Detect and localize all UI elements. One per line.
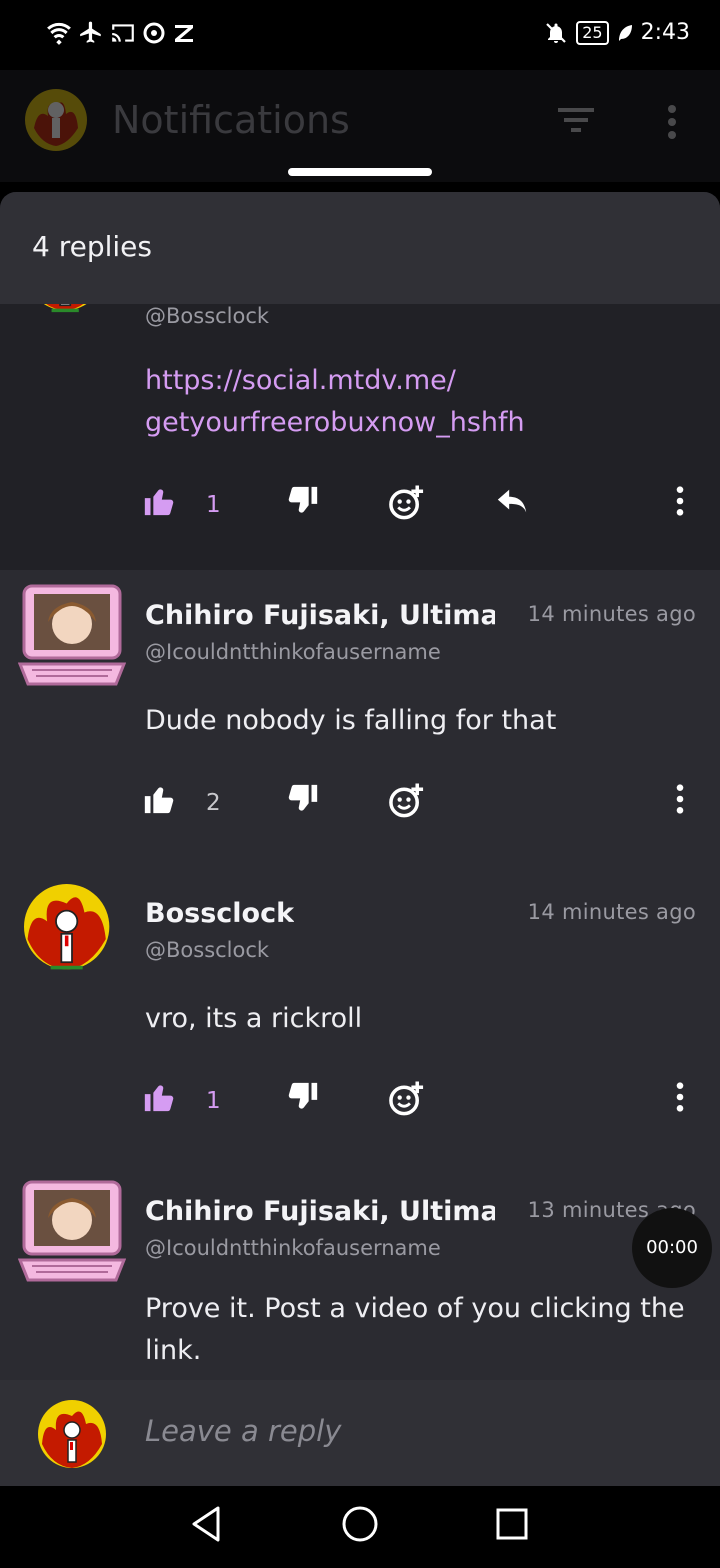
system-nav-bar	[0, 1486, 720, 1568]
status-icons-right: 25 2:43	[544, 20, 690, 45]
thumbs-up-icon[interactable]	[142, 1080, 176, 1114]
like-count: 1	[206, 1088, 221, 1114]
leaf-icon	[618, 24, 632, 41]
thumbs-up-icon[interactable]	[142, 782, 176, 816]
comment-item: Chihiro Fujisaki, Ultimate 14 minutes ag…	[0, 570, 720, 868]
chihiro-avatar[interactable]	[18, 1178, 126, 1286]
add-reaction-icon[interactable]	[388, 1080, 426, 1118]
more-vertical-icon[interactable]	[666, 782, 694, 816]
page-title: Notifications	[112, 98, 350, 142]
comment-time: 14 minutes ago	[527, 900, 696, 924]
mute-icon	[546, 22, 567, 43]
comment-actions: 2	[0, 782, 720, 832]
bossclock-avatar[interactable]	[24, 884, 120, 980]
comment-item: Bossclock 14 minutes ago @Bossclock vro,…	[0, 868, 720, 1166]
comment-text: Dude nobody is falling for that	[145, 705, 557, 736]
app-icon	[175, 25, 193, 42]
comment-author[interactable]: Bossclock	[145, 898, 294, 929]
sheet-drag-handle[interactable]	[288, 168, 432, 176]
add-reaction-icon[interactable]	[388, 484, 426, 522]
filter-icon[interactable]	[556, 104, 596, 136]
comment-handle[interactable]: @Bossclock	[145, 304, 269, 328]
add-reaction-icon[interactable]	[388, 782, 426, 820]
comment-link[interactable]: https://social.mtdv.me/ getyourfreerobux…	[145, 360, 701, 444]
cast-icon	[112, 24, 134, 42]
comment-actions: 1	[0, 484, 720, 534]
like-count: 1	[206, 492, 221, 518]
comment-author[interactable]: Chihiro Fujisaki, Ultimate	[145, 600, 495, 631]
more-vertical-icon[interactable]	[666, 1080, 694, 1114]
app-bar: Notifications	[0, 70, 720, 182]
more-vertical-icon[interactable]	[662, 104, 682, 140]
comment-time: 14 minutes ago	[527, 602, 696, 626]
status-bar: 25 2:43	[0, 0, 720, 70]
thumbs-up-icon[interactable]	[142, 484, 176, 518]
battery-level: 25	[582, 22, 603, 42]
comment-actions: 1	[0, 1080, 720, 1130]
thumbs-down-icon[interactable]	[286, 1080, 320, 1114]
thumbs-down-icon[interactable]	[286, 484, 320, 518]
reply-icon[interactable]	[494, 484, 530, 518]
replies-count: 4 replies	[32, 230, 152, 263]
status-icons-left	[46, 20, 196, 46]
comment-handle[interactable]: @Bossclock	[145, 938, 269, 962]
comment-handle[interactable]: @Icouldntthinkofausername	[145, 1236, 441, 1260]
replies-sheet: 4 replies @Bossclock https://social.mtdv…	[0, 192, 720, 1486]
comment-author[interactable]: Chihiro Fujisaki, Ultimate	[145, 1196, 495, 1227]
reply-input[interactable]: Leave a reply	[145, 1414, 341, 1448]
comment-text: Prove it. Post a video of you clicking t…	[145, 1293, 685, 1366]
wifi-icon	[47, 22, 71, 45]
user-avatar[interactable]	[24, 88, 88, 152]
recording-timer[interactable]: 00:00	[632, 1208, 712, 1288]
comment-text: vro, its a rickroll	[145, 1003, 363, 1034]
comment-handle[interactable]: @Icouldntthinkofausername	[145, 640, 441, 664]
clock: 2:43	[640, 20, 690, 45]
airplane-icon	[80, 21, 101, 43]
thumbs-down-icon[interactable]	[286, 782, 320, 816]
more-vertical-icon[interactable]	[666, 484, 694, 518]
chihiro-avatar[interactable]	[18, 582, 126, 690]
sheet-header: 4 replies	[0, 192, 720, 304]
like-count: 2	[206, 790, 221, 816]
battery-icon: 25	[576, 20, 609, 45]
camera-icon	[143, 22, 165, 44]
recents-icon[interactable]	[494, 1504, 530, 1544]
reply-composer: Leave a reply	[0, 1380, 720, 1486]
my-avatar	[38, 1400, 106, 1468]
back-icon[interactable]	[188, 1504, 224, 1544]
home-icon[interactable]	[340, 1504, 380, 1544]
